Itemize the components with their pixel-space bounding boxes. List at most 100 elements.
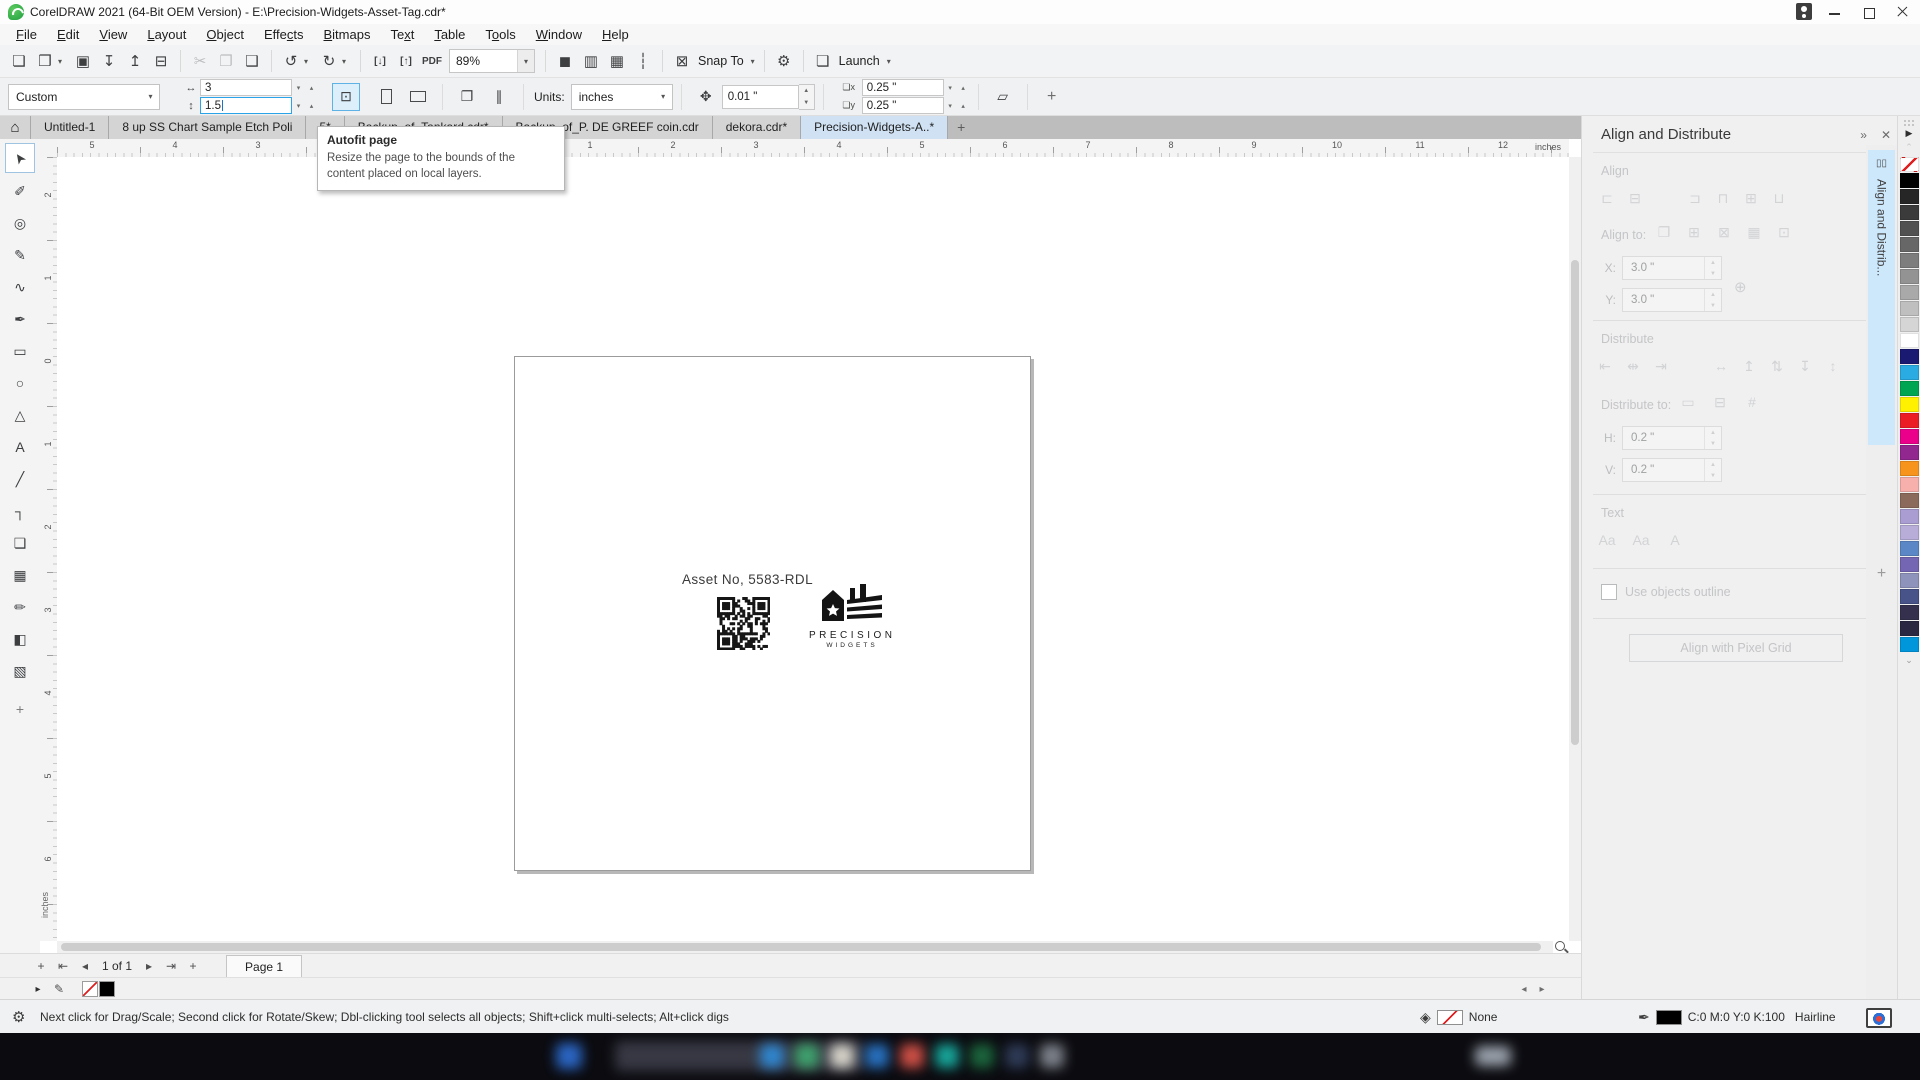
color-swatch[interactable]: [1900, 317, 1919, 332]
duplicate-x-spinner[interactable]: ▾▴: [944, 79, 970, 96]
taskbar-app-icon[interactable]: [556, 1043, 582, 1069]
snap-off-icon[interactable]: ⊠: [670, 49, 694, 73]
document-tab-precision-widgets-a-[interactable]: Precision-Widgets-A..*: [801, 116, 948, 139]
palette-scroll-right-icon[interactable]: ▸: [1533, 984, 1551, 995]
menu-window[interactable]: Window: [526, 24, 592, 45]
horizontal-ruler[interactable]: 543210123456789101112inches: [57, 139, 1569, 158]
options-gear-icon[interactable]: ⚙: [772, 49, 796, 73]
color-swatch[interactable]: [1900, 381, 1919, 396]
redo-icon[interactable]: ↻: [317, 49, 341, 73]
all-pages-button[interactable]: ❐: [454, 84, 480, 110]
minimize-button[interactable]: [1818, 0, 1852, 24]
taskbar-app-icon[interactable]: [795, 1044, 819, 1068]
customize-toolbar-button[interactable]: +: [1039, 84, 1065, 110]
color-swatch[interactable]: [1900, 253, 1919, 268]
text-tool-icon[interactable]: A: [6, 433, 34, 461]
parallel-dimension-tool-icon[interactable]: ╱: [6, 465, 34, 493]
color-swatch[interactable]: [1900, 429, 1919, 444]
color-swatch[interactable]: [1900, 461, 1919, 476]
print-icon[interactable]: ⊟: [149, 49, 173, 73]
taskbar-app-icon[interactable]: [1475, 1046, 1511, 1066]
menu-text[interactable]: Text: [380, 24, 424, 45]
pick-tool-icon[interactable]: ➤: [5, 143, 35, 173]
chevron-down-icon[interactable]: ▾: [142, 85, 159, 109]
next-page-button[interactable]: ▸: [138, 959, 160, 973]
facing-pages-button[interactable]: ∥: [486, 84, 512, 110]
color-swatch[interactable]: [1900, 573, 1919, 588]
portrait-button[interactable]: [373, 84, 399, 110]
add-docker-button[interactable]: +: [1866, 565, 1897, 583]
nudge-spinner[interactable]: ▲▼: [799, 84, 815, 110]
undo-icon[interactable]: ↺: [279, 49, 303, 73]
restore-button[interactable]: [1852, 0, 1886, 24]
eyedropper-tool-icon[interactable]: ✏: [6, 593, 34, 621]
chevron-down-icon[interactable]: ▾: [751, 57, 755, 66]
add-tool-button[interactable]: +: [6, 695, 34, 723]
color-swatch[interactable]: [1900, 237, 1919, 252]
taskbar-app-icon[interactable]: [1040, 1044, 1064, 1068]
color-swatch[interactable]: [1900, 621, 1919, 636]
launch-dropdown[interactable]: Launch▾: [839, 54, 891, 68]
vertical-scrollbar[interactable]: [1569, 157, 1581, 941]
snap-to-dropdown[interactable]: Snap To▾: [698, 54, 755, 68]
color-swatch[interactable]: [1900, 285, 1919, 300]
zoom-tool-icon[interactable]: ◎: [6, 209, 34, 237]
color-swatch[interactable]: [1900, 477, 1919, 492]
taskbar-app-icon[interactable]: [830, 1044, 854, 1068]
home-tab[interactable]: ⌂: [0, 116, 31, 139]
publish-pdf-icon[interactable]: PDF: [420, 49, 444, 73]
rectangle-tool-icon[interactable]: ▭: [6, 337, 34, 365]
color-swatch[interactable]: [1900, 397, 1919, 412]
palette-flyout-icon[interactable]: ▸: [28, 984, 48, 995]
color-swatch[interactable]: [1900, 365, 1919, 380]
horizontal-scrollbar-thumb[interactable]: [61, 943, 1541, 951]
docker-collapse-icon[interactable]: »: [1860, 128, 1867, 142]
new-document-tab-button[interactable]: +: [948, 116, 974, 139]
windows-taskbar[interactable]: [0, 1033, 1920, 1080]
previous-page-button[interactable]: ◂: [74, 959, 96, 973]
menu-view[interactable]: View: [89, 24, 137, 45]
bezier-tool-icon[interactable]: ∿: [6, 273, 34, 301]
page-size-preset-combo[interactable]: Custom ▾: [8, 84, 160, 110]
chevron-down-icon[interactable]: ▾: [887, 57, 891, 66]
menu-effects[interactable]: Effects: [254, 24, 314, 45]
polygon-tool-icon[interactable]: △: [6, 401, 34, 429]
chevron-down-icon[interactable]: ▾: [517, 50, 534, 72]
menu-file[interactable]: File: [6, 24, 47, 45]
palette-flyout-icon[interactable]: ▶: [1898, 128, 1920, 142]
palette-scroll-down-icon[interactable]: ⌄: [1898, 655, 1920, 666]
drawing-canvas[interactable]: Asset No, 5583-RDL PRECISION WIDGETS: [57, 157, 1569, 941]
color-swatch[interactable]: [1900, 525, 1919, 540]
chevron-down-icon[interactable]: ▾: [655, 85, 672, 109]
color-swatch[interactable]: [1900, 493, 1919, 508]
palette-scroll-left-icon[interactable]: ◂: [1515, 984, 1533, 995]
color-swatch[interactable]: [1900, 205, 1919, 220]
taskbar-app-icon[interactable]: [1005, 1044, 1029, 1068]
interactive-fill-tool-icon[interactable]: ◧: [6, 625, 34, 653]
zoom-level-combo[interactable]: 89%▾: [449, 49, 535, 73]
taskbar-app-icon[interactable]: [900, 1044, 924, 1068]
chevron-down-icon[interactable]: ▾: [58, 57, 68, 66]
taskbar-app-icon[interactable]: [970, 1044, 994, 1068]
ellipse-tool-icon[interactable]: ○: [6, 369, 34, 397]
landscape-button[interactable]: [405, 84, 431, 110]
color-swatch[interactable]: [1900, 557, 1919, 572]
chevron-down-icon[interactable]: ▾: [304, 57, 314, 66]
menu-object[interactable]: Object: [196, 24, 254, 45]
color-swatch[interactable]: [1900, 637, 1919, 652]
fullscreen-preview-icon[interactable]: ◼: [553, 49, 577, 73]
smart-fill-tool-icon[interactable]: ▧: [6, 657, 34, 685]
shape-tool-icon[interactable]: ✐: [6, 177, 34, 205]
no-color-swatch[interactable]: [1900, 157, 1919, 172]
color-swatch[interactable]: [1900, 605, 1919, 620]
show-grid-icon[interactable]: ▦: [605, 49, 629, 73]
account-icon[interactable]: [1790, 0, 1818, 24]
export-icon[interactable]: [↑]: [394, 49, 418, 73]
color-swatch[interactable]: [1900, 173, 1919, 188]
taskbar-app-icon[interactable]: [865, 1044, 889, 1068]
menu-edit[interactable]: Edit: [47, 24, 89, 45]
width-spinner[interactable]: ▾▴: [292, 79, 318, 96]
nudge-distance-input[interactable]: 0.01 ": [722, 85, 799, 109]
menu-layout[interactable]: Layout: [137, 24, 196, 45]
color-swatch[interactable]: [1900, 413, 1919, 428]
